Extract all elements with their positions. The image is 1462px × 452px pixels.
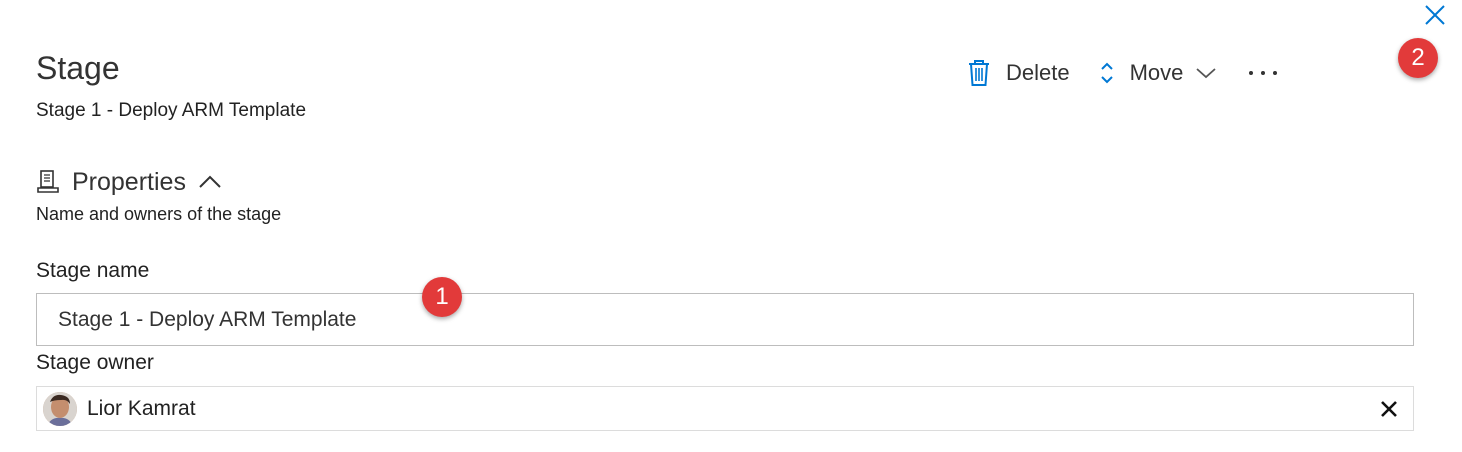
- chevron-down-icon: [1196, 68, 1216, 79]
- page-subtitle: Stage 1 - Deploy ARM Template: [36, 100, 307, 121]
- stage-name-label: Stage name: [36, 259, 150, 282]
- close-icon[interactable]: [1422, 2, 1448, 28]
- annotation-number: 1: [435, 283, 449, 310]
- move-button[interactable]: Move: [1098, 60, 1218, 86]
- toolbar: Delete Move: [966, 56, 1281, 90]
- properties-title: Properties: [72, 167, 186, 196]
- remove-owner-icon[interactable]: [1377, 397, 1401, 421]
- more-options-button[interactable]: [1247, 68, 1281, 78]
- stage-owner-label: Stage owner: [36, 351, 154, 374]
- delete-label: Delete: [1006, 60, 1070, 85]
- up-down-arrows-icon: [1100, 62, 1113, 84]
- move-label: Move: [1129, 60, 1184, 85]
- chevron-up-icon[interactable]: [198, 174, 222, 190]
- avatar: [43, 391, 77, 426]
- trash-icon: [969, 60, 989, 86]
- stage-name-input[interactable]: Stage 1 - Deploy ARM Template: [36, 293, 1414, 346]
- annotation-badge-1: 1: [422, 277, 462, 317]
- page-title: Stage: [36, 50, 120, 86]
- stage-owner-name: Lior Kamrat: [87, 396, 196, 420]
- stage-owner-picker[interactable]: Lior Kamrat: [36, 386, 1414, 431]
- properties-section-header[interactable]: Properties: [36, 164, 222, 200]
- annotation-badge-2: 2: [1398, 38, 1438, 78]
- annotation-number: 2: [1411, 44, 1425, 71]
- properties-description: Name and owners of the stage: [36, 204, 282, 224]
- stage-name-value: Stage 1 - Deploy ARM Template: [58, 307, 357, 331]
- delete-button[interactable]: Delete: [966, 58, 1070, 88]
- ellipsis-icon: [1249, 71, 1278, 75]
- properties-icon: [37, 170, 59, 193]
